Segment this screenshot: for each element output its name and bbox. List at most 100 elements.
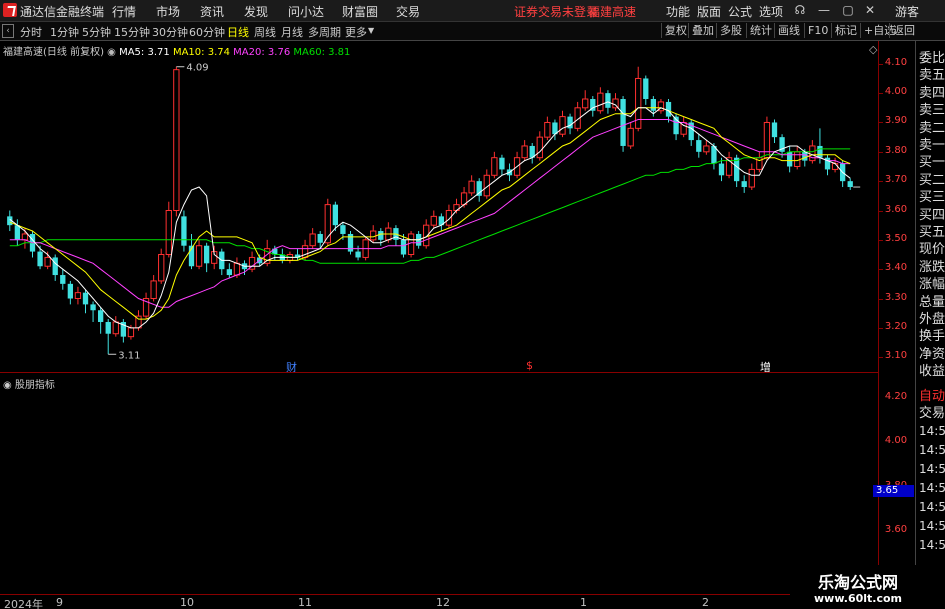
- help-icon[interactable]: ☊: [792, 2, 808, 18]
- menu-bar: 通达信金融终端 行情 市场 资讯 发现 问小达 财富圈 交易 证券交易未登录 福…: [0, 0, 945, 22]
- price-tick-label: 3.90: [884, 115, 908, 127]
- minimize-icon[interactable]: —: [816, 2, 832, 18]
- price-tick-label: 3.10: [884, 350, 908, 362]
- mark-button[interactable]: 标记: [831, 23, 860, 38]
- menu-options[interactable]: 选项: [759, 3, 783, 20]
- date-label-month: 2: [702, 596, 709, 609]
- date-label-month: 1: [580, 596, 587, 609]
- watermark-url: www.60lt.com: [814, 592, 903, 605]
- candle-body-up: [627, 127, 634, 147]
- menu-formula[interactable]: 公式: [728, 3, 752, 20]
- trade-button[interactable]: 交易: [919, 402, 945, 421]
- period-tab-more[interactable]: 更多: [345, 24, 367, 40]
- price-tick-mark: [879, 357, 883, 359]
- overlay-button[interactable]: 叠加: [688, 23, 717, 38]
- candle-body-down: [97, 310, 104, 322]
- candle-body-up: [165, 210, 172, 256]
- candle-body-down: [226, 269, 233, 276]
- candle-body-up: [44, 256, 51, 267]
- period-tab-15min[interactable]: 15分钟: [114, 24, 150, 40]
- menu-item-market[interactable]: 市场: [156, 3, 180, 20]
- multi-stock-button[interactable]: 多股: [716, 23, 745, 38]
- back-icon[interactable]: ‹: [2, 24, 14, 38]
- candle-body-up: [763, 121, 771, 159]
- f10-button[interactable]: F10: [804, 23, 831, 38]
- period-tab-monthly[interactable]: 月线: [281, 24, 303, 40]
- price-tick-label: 3.30: [884, 291, 908, 303]
- menu-item-quotes[interactable]: 行情: [112, 3, 136, 20]
- candle-body-down: [67, 283, 74, 299]
- price-tick-label: 4.00: [884, 86, 908, 98]
- menu-item-discover[interactable]: 发现: [244, 3, 268, 20]
- period-tab-daily[interactable]: 日线: [227, 24, 249, 40]
- period-tab-1min[interactable]: 1分钟: [50, 24, 79, 40]
- price-tick-label: 3.70: [884, 174, 908, 186]
- candle-body-up: [158, 254, 165, 282]
- close-icon[interactable]: ✕: [862, 2, 878, 18]
- candle-body-down: [355, 251, 361, 258]
- return-button[interactable]: 返回: [889, 23, 918, 38]
- ma60-label: MA60: 3.81: [293, 47, 351, 58]
- candle-body-up: [544, 121, 551, 138]
- more-dropdown-icon[interactable]: ▼: [368, 26, 374, 35]
- period-tab-30min[interactable]: 30分钟: [152, 24, 188, 40]
- candle-body-down: [378, 231, 384, 240]
- candle-body-up: [521, 145, 528, 159]
- sidebar-quote-label: 买二: [919, 172, 945, 188]
- period-tab-multi[interactable]: 多周期: [308, 24, 341, 40]
- period-tab-weekly[interactable]: 周线: [254, 24, 276, 40]
- menu-layout[interactable]: 版面: [697, 3, 721, 20]
- period-tab-60min[interactable]: 60分钟: [189, 24, 225, 40]
- settings-circle-icon[interactable]: ◉: [107, 47, 119, 58]
- settings-circle-icon[interactable]: ◉: [3, 380, 15, 391]
- dividend-marker[interactable]: $: [526, 359, 533, 372]
- sidebar-quote-label: 换手: [919, 329, 945, 345]
- candle-body-up: [173, 69, 180, 211]
- candle-body-down: [605, 93, 611, 108]
- sidebar-quote-label: 卖四: [919, 85, 945, 101]
- trade-time-label: 14:56: [919, 519, 945, 533]
- menu-item-trade[interactable]: 交易: [396, 3, 420, 20]
- candle-body-down: [37, 251, 43, 267]
- date-label-month: 9: [56, 596, 63, 609]
- menu-function[interactable]: 功能: [666, 3, 690, 20]
- trade-time-label: 14:56: [919, 462, 945, 476]
- trade-login-warning[interactable]: 证券交易未登录: [514, 3, 598, 20]
- candle-body-down: [332, 204, 339, 226]
- date-label-month: 11: [298, 596, 312, 609]
- candle-body-down: [14, 225, 21, 240]
- price-tick-mark: [879, 151, 883, 153]
- date-label-month: 10: [180, 596, 194, 609]
- candle-body-up: [582, 98, 589, 109]
- period-tab-5min[interactable]: 5分钟: [82, 24, 111, 40]
- candle-body-down: [802, 151, 808, 161]
- candle-body-up: [195, 245, 203, 267]
- indicator-pane[interactable]: [0, 373, 878, 594]
- user-label[interactable]: 游客: [895, 3, 919, 20]
- sidebar-quote-label: 净资: [919, 346, 945, 362]
- price-tick-mark: [879, 269, 883, 271]
- candle-body-down: [82, 292, 89, 305]
- menu-item-news[interactable]: 资讯: [200, 3, 224, 20]
- candle-body-up: [809, 145, 816, 162]
- kline-chart-pane[interactable]: 4.09 3.11: [0, 41, 878, 372]
- indicator-title: 股朋指标: [14, 380, 55, 391]
- menu-item-wealth[interactable]: 财富圈: [342, 3, 378, 20]
- period-tab-timeshare[interactable]: 分时: [20, 24, 42, 40]
- candle-body-down: [817, 145, 823, 158]
- candle-body-up: [794, 151, 801, 167]
- stats-button[interactable]: 统计: [746, 23, 775, 38]
- maximize-icon[interactable]: ▢: [840, 2, 856, 18]
- trade-time-label: 14:56: [919, 481, 945, 495]
- low-price-label: 3.11: [118, 350, 140, 361]
- price-tick-mark: [879, 327, 883, 329]
- candle-body-up: [430, 215, 437, 226]
- draw-line-button[interactable]: 画线: [774, 23, 803, 38]
- kline-chart-svg[interactable]: 4.09 3.11: [0, 41, 878, 372]
- menu-item-ask[interactable]: 问小达: [288, 3, 324, 20]
- indicator-tick-label: 4.20: [884, 390, 908, 402]
- expand-icon[interactable]: ◇: [869, 43, 877, 56]
- adjust-button[interactable]: 复权: [661, 23, 690, 38]
- current-value-badge: 3.65: [873, 485, 914, 497]
- price-tick-mark: [879, 63, 883, 65]
